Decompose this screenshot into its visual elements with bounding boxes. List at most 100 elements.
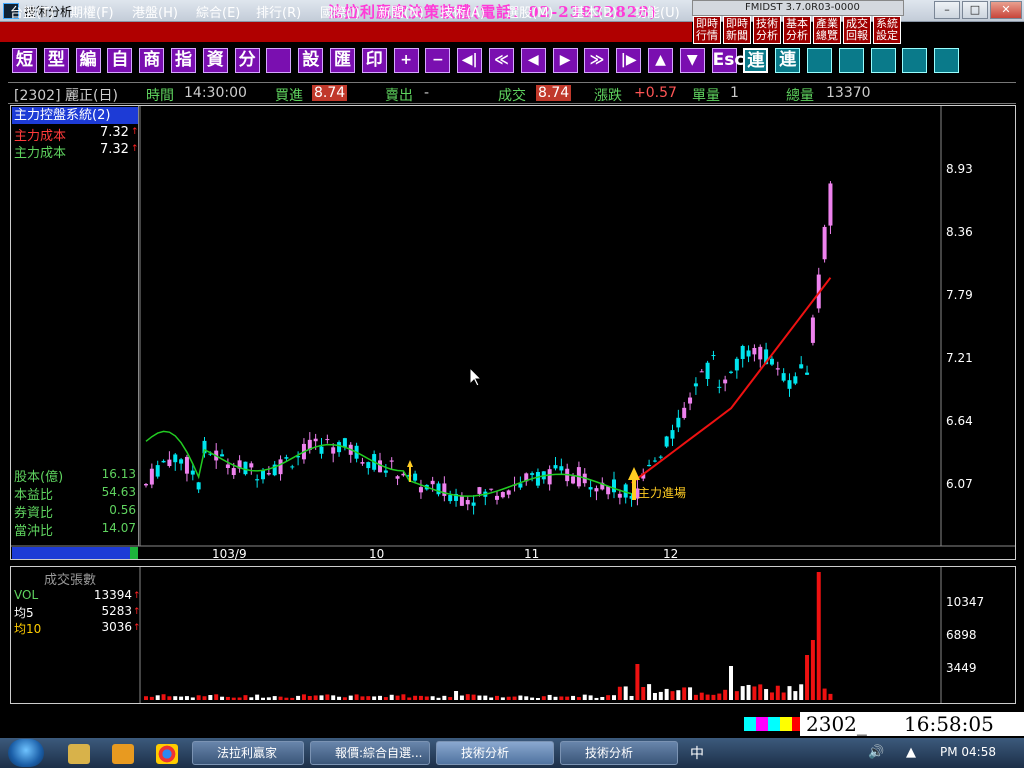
candle-body: [278, 459, 283, 475]
ma5-value: 5283: [101, 604, 132, 618]
candle-body: [781, 373, 786, 381]
candle-body: [471, 502, 476, 506]
clock-display: 16:58:05: [900, 712, 1024, 736]
candle-body: [571, 476, 576, 484]
candle-body: [612, 479, 616, 493]
candle-body: [518, 483, 523, 488]
taskbar-button-quote[interactable]: 報價:綜合自選...: [310, 741, 430, 765]
volume-icon[interactable]: 🔊: [868, 745, 884, 760]
taskbar-button-app[interactable]: 法拉利贏家: [192, 741, 304, 765]
candle-body: [337, 442, 342, 453]
candle-body: [430, 480, 435, 485]
candle-body: [769, 358, 774, 365]
candle-body: [167, 459, 172, 467]
candle-body: [506, 490, 511, 495]
candle-body: [459, 496, 464, 506]
network-icon[interactable]: ▲: [906, 745, 916, 760]
candle-body: [319, 446, 324, 454]
chrome-icon[interactable]: [156, 744, 178, 764]
candle-body: [179, 459, 184, 464]
candle-body: [670, 430, 675, 439]
candle-body: [530, 473, 535, 475]
candle-body: [553, 465, 558, 469]
candle-body: [682, 407, 687, 418]
media-player-icon[interactable]: [112, 744, 134, 764]
symbol-input[interactable]: 2302_: [800, 712, 900, 736]
candle-body: [746, 350, 751, 357]
ma5-label: 均5: [14, 606, 34, 620]
taskbar-button-tech-1[interactable]: 技術分析: [436, 741, 554, 765]
status-indicator: [792, 717, 800, 731]
candle-body: [734, 358, 739, 371]
candle-body: [261, 470, 265, 480]
candle-body: [740, 345, 745, 359]
candle-body: [711, 355, 716, 357]
candle-body: [144, 483, 148, 486]
candle-body: [729, 371, 733, 373]
candle-body: [705, 362, 710, 379]
candle-body: [290, 466, 295, 468]
candle-body: [758, 346, 763, 360]
candle-body: [828, 183, 833, 226]
candle-body: [225, 464, 230, 468]
taskbar-button-tech-2[interactable]: 技術分析: [560, 741, 678, 765]
candle-body: [378, 460, 382, 473]
ma-line-green: [145, 430, 632, 497]
candle-body: [184, 456, 189, 474]
ma10-label: 均10: [14, 622, 42, 636]
tray-clock[interactable]: PM 04:58: [940, 745, 996, 759]
candle-body: [383, 470, 388, 473]
ma10-value: 3036: [101, 620, 132, 634]
volume-tick: 10347: [946, 595, 985, 609]
candle-body: [284, 457, 289, 459]
candle-body: [676, 417, 681, 428]
candle-body: [360, 462, 365, 464]
status-indicator: [756, 717, 768, 731]
candle-body: [442, 483, 447, 496]
candle-body: [822, 226, 827, 260]
candle-body: [266, 473, 271, 475]
candle-body: [664, 436, 669, 447]
candle-body: [342, 438, 347, 447]
candle-body: [196, 482, 201, 490]
candle-body: [190, 470, 195, 475]
candle-body: [249, 463, 254, 468]
candle-body: [465, 500, 470, 505]
candle-body: [559, 466, 564, 471]
ime-indicator[interactable]: 中: [690, 743, 710, 763]
candle-body: [149, 468, 154, 485]
candle-body: [325, 439, 330, 441]
vol-value: 13394: [93, 588, 132, 602]
candle-body: [231, 468, 236, 476]
candle-body: [173, 454, 178, 463]
candle-body: [717, 386, 722, 388]
explorer-icon[interactable]: [68, 744, 90, 764]
candle-body: [775, 368, 780, 370]
candle-body: [489, 488, 494, 490]
candle-body: [418, 487, 423, 493]
up-arrow-icon: ↑: [133, 607, 141, 617]
candle-body: [413, 473, 418, 481]
candle-body: [588, 487, 593, 490]
candle-body: [535, 471, 540, 486]
candle-body: [448, 495, 453, 502]
vol-label: VOL: [14, 588, 39, 602]
candle-body: [331, 447, 336, 454]
candle-body: [688, 397, 693, 404]
status-indicator: [780, 717, 792, 731]
candle-body: [495, 495, 499, 500]
candle-body: [805, 372, 810, 375]
candle-body: [799, 364, 804, 369]
candle-body: [752, 347, 757, 355]
start-button[interactable]: [8, 739, 44, 767]
candle-body: [793, 376, 798, 384]
candle-body: [693, 383, 698, 387]
candle-body: [255, 479, 260, 481]
volume-tick: 6898: [946, 628, 977, 642]
candle-body: [389, 460, 394, 462]
mouse-cursor-icon: [469, 366, 483, 387]
candle-body: [500, 492, 505, 498]
candle-body: [699, 371, 704, 373]
volume-chart-frame: [10, 566, 1016, 704]
up-arrow-icon: ↑: [133, 591, 141, 601]
